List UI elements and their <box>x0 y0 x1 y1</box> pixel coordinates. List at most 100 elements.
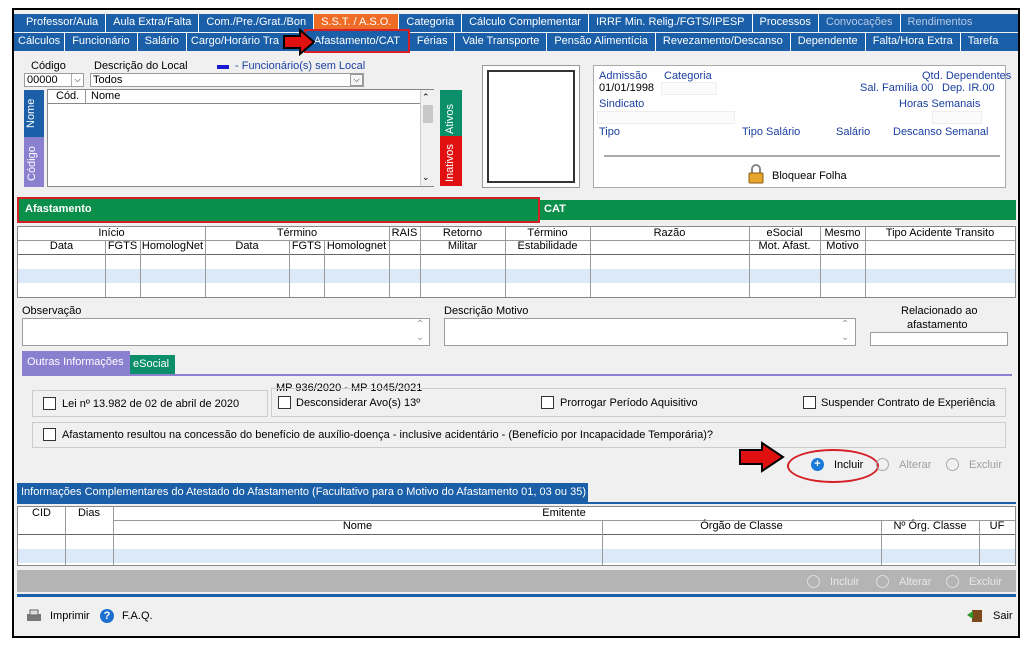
excluir-button[interactable]: Excluir <box>946 458 1002 471</box>
categoria-label: Categoria <box>664 70 712 82</box>
chevron-down-icon[interactable]: ⌵ <box>350 74 363 86</box>
chevron-up-icon[interactable]: ⌃ <box>416 319 424 330</box>
chevron-up-icon[interactable]: ⌃ <box>841 319 849 330</box>
descricao-motivo-field[interactable] <box>444 318 856 346</box>
printer-icon <box>27 609 41 621</box>
tab-afastamento-cat[interactable]: Afastamento/CAT <box>303 29 410 53</box>
tab-outras-informacoes[interactable]: Outras Informações <box>22 351 130 375</box>
arrow-indicator-icon <box>739 441 785 473</box>
tab-side-ativos[interactable]: Ativos <box>440 90 462 140</box>
admissao-label: Admissão <box>599 70 648 82</box>
descricao-select[interactable]: Todos <box>90 73 364 87</box>
col-mesmo: Mesmo <box>824 227 861 239</box>
lei-13982-label: Lei nº 13.982 de 02 de abril de 2020 <box>62 398 240 410</box>
tab-ferias[interactable]: Férias <box>410 33 456 51</box>
tab-salario[interactable]: Salário <box>138 33 187 51</box>
horas-value <box>932 111 982 124</box>
observacao-field[interactable] <box>22 318 430 346</box>
auxilio-doenca-checkbox[interactable] <box>43 428 56 441</box>
sair-button[interactable]: Sair <box>967 609 1013 623</box>
tab-calculos[interactable]: Cálculos <box>14 33 66 51</box>
col-rais: RAIS <box>391 227 418 239</box>
descricao-local-label: Descrição do Local <box>94 60 188 72</box>
plus-icon <box>807 575 820 588</box>
tab-atestado[interactable]: Informações Complementares do Atestado d… <box>17 483 588 503</box>
tab-tarefa[interactable]: Tarefa <box>961 33 1006 51</box>
col-mot-afast: Mot. Afast. <box>758 240 811 252</box>
tab-professor-aula[interactable]: Professor/Aula <box>14 14 107 32</box>
col-data: Data <box>49 240 74 252</box>
relacionado-label: Relacionado ao <box>901 305 978 317</box>
legend-swatch <box>217 65 229 69</box>
tab-side-nome[interactable]: Nome <box>24 90 44 142</box>
tipo-label: Tipo <box>599 126 620 138</box>
chevron-up-icon[interactable]: ⌃ <box>422 92 430 103</box>
tab-convocacoes[interactable]: Convocações <box>819 14 901 32</box>
chevron-down-icon[interactable]: ⌄ <box>422 172 430 183</box>
tab-irrf[interactable]: IRRF Min. Relig./FGTS/IPESP <box>589 14 753 32</box>
arrow-indicator-icon <box>283 28 316 56</box>
qtd-dependentes-label: Qtd. Dependentes <box>922 70 1012 82</box>
col-retorno: Retorno <box>442 227 483 239</box>
col-fgts: FGTS <box>107 240 138 252</box>
second-tab-row: Cálculos Funcionário Salário Cargo/Horár… <box>14 29 1018 53</box>
chevron-down-icon[interactable]: ⌄ <box>841 332 849 343</box>
tab-side-inativos[interactable]: Inativos <box>440 136 462 186</box>
tab-processos[interactable]: Processos <box>753 14 819 32</box>
top-tab-row: Professor/Aula Aula Extra/Falta Com./Pre… <box>14 14 1018 32</box>
chevron-down-icon[interactable]: ⌄ <box>416 332 424 343</box>
relacionado-field[interactable] <box>870 332 1008 346</box>
exit-door-icon <box>967 610 982 622</box>
tab-dependente[interactable]: Dependente <box>791 33 866 51</box>
incluir-atestado-button[interactable]: Incluir <box>807 575 859 588</box>
bloquear-folha-button[interactable]: Bloquear Folha <box>772 170 847 182</box>
tab-pensao[interactable]: Pensão Alimentícia <box>547 33 656 51</box>
incluir-button[interactable]: + Incluir <box>811 458 863 471</box>
tab-aula-extra[interactable]: Aula Extra/Falta <box>106 14 200 32</box>
tab-funcionario[interactable]: Funcionário <box>65 33 138 51</box>
col-motivo: Motivo <box>826 240 859 252</box>
tab-calculo-complementar[interactable]: Cálculo Complementar <box>462 14 589 32</box>
tab-rendimentos[interactable]: Rendimentos <box>901 14 980 32</box>
col-emitente: Emitente <box>542 507 586 519</box>
tab-side-codigo[interactable]: Código <box>24 137 44 187</box>
chevron-down-icon[interactable]: ⌵ <box>71 74 83 86</box>
delete-icon <box>946 575 959 588</box>
help-icon: ? <box>100 609 114 623</box>
tab-vale-transporte[interactable]: Vale Transporte <box>455 33 548 51</box>
section-cat[interactable]: CAT <box>544 203 566 215</box>
afastamento-grid[interactable]: Início Término RAIS Retorno Término Razã… <box>17 226 1016 298</box>
lock-icon[interactable] <box>748 164 764 184</box>
suspender-contrato-checkbox[interactable] <box>803 396 816 409</box>
excluir-atestado-button[interactable]: Excluir <box>946 575 1002 588</box>
atestado-grid[interactable]: CID Dias Emitente Nome Órgão de Classe N… <box>17 506 1016 566</box>
delete-icon <box>946 458 959 471</box>
lei-13982-checkbox[interactable] <box>43 397 56 410</box>
section-afastamento[interactable]: Afastamento <box>17 197 540 223</box>
employee-list[interactable]: Cód. Nome ⌃ ⌄ <box>47 89 434 187</box>
salario-label: Salário <box>836 126 871 138</box>
alterar-button[interactable]: Alterar <box>876 458 931 471</box>
col-tipo-acidente: Tipo Acidente Transito <box>885 227 995 239</box>
col-orgao-classe: Órgão de Classe <box>700 520 783 532</box>
codigo-label: Código <box>31 60 66 72</box>
afastamento-label: afastamento <box>907 319 968 331</box>
plus-icon: + <box>811 458 824 471</box>
scroll-thumb[interactable] <box>423 105 433 123</box>
desconsiderar-avos-checkbox[interactable] <box>278 396 291 409</box>
imprimir-button[interactable]: Imprimir <box>26 609 90 623</box>
alterar-atestado-button[interactable]: Alterar <box>876 575 931 588</box>
list-scrollbar[interactable]: ⌃ ⌄ <box>420 90 434 186</box>
faq-button[interactable]: ? F.A.Q. <box>100 609 153 623</box>
col-nome: Nome <box>342 520 373 532</box>
col-militar: Militar <box>447 240 478 252</box>
descricao-motivo-label: Descrição Motivo <box>444 305 529 317</box>
legend-label: - Funcionário(s) sem Local <box>235 60 366 72</box>
tab-revezamento[interactable]: Revezamento/Descanso <box>656 33 791 51</box>
col-estabilidade: Estabilidade <box>517 240 578 252</box>
prorrogar-periodo-label: Prorrogar Período Aquisitivo <box>560 397 698 409</box>
tab-esocial[interactable]: eSocial <box>130 355 175 374</box>
tab-falta-hora-extra[interactable]: Falta/Hora Extra <box>866 33 961 51</box>
prorrogar-periodo-checkbox[interactable] <box>541 396 554 409</box>
col-esocial: eSocial <box>766 227 803 239</box>
